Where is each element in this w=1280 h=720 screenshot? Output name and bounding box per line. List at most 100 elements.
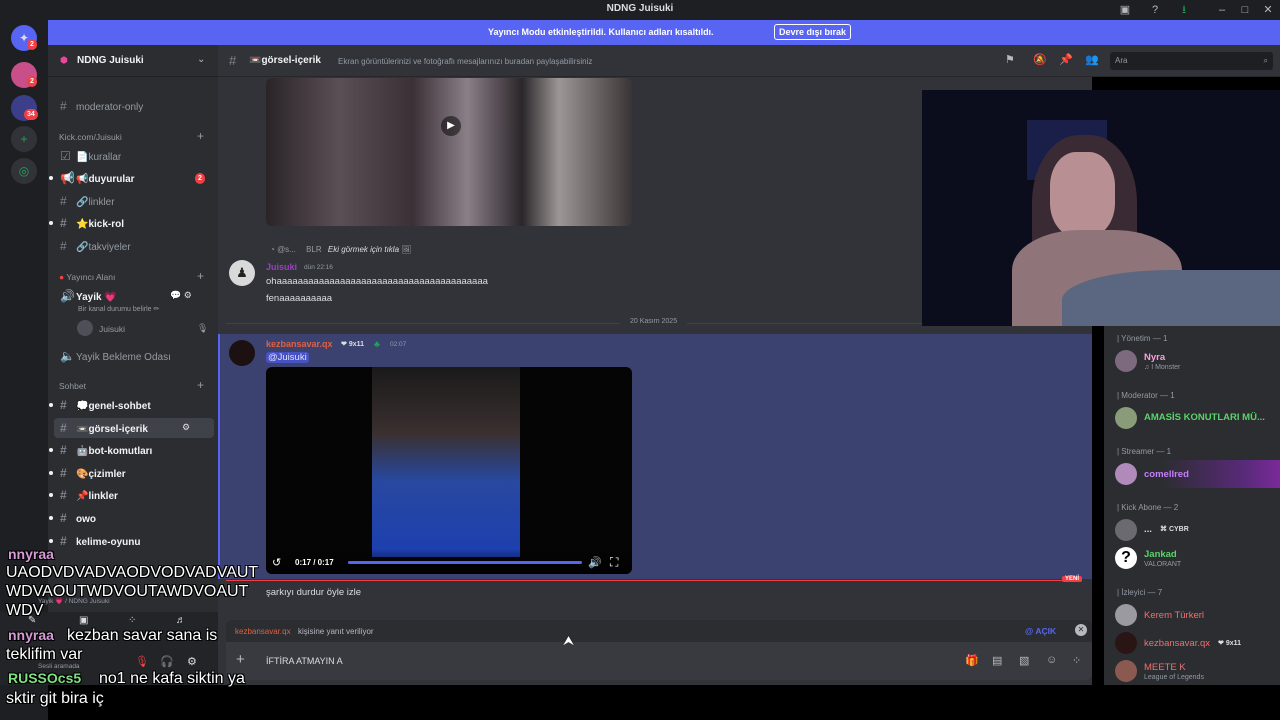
message-text: fenaaaaaaaaaa: [266, 293, 333, 304]
reply-preview[interactable]: ◔ @s... BLR Eki görmek için tıkla 🖼: [270, 245, 411, 254]
image-attachment[interactable]: ▶: [266, 78, 632, 226]
voice-status[interactable]: Bir kanal durumu belirle ✏: [78, 305, 159, 313]
help-icon[interactable]: ?: [1147, 2, 1163, 18]
avatar[interactable]: [229, 340, 255, 366]
hash-icon: #: [60, 239, 67, 253]
mention-bar: [218, 334, 220, 579]
download-icon[interactable]: ⭳: [1176, 2, 1192, 18]
gift-icon[interactable]: 🎁: [965, 654, 979, 667]
gif-icon[interactable]: ▤: [992, 654, 1002, 667]
screen-share-icon[interactable]: ▣: [79, 615, 88, 626]
user-mention[interactable]: @Juisuki: [266, 352, 309, 363]
minimize-icon[interactable]: –: [1214, 2, 1230, 18]
apps-icon[interactable]: ⁘: [1072, 654, 1081, 667]
member-name[interactable]: Nyra: [1144, 352, 1165, 363]
member-name[interactable]: kezbansavar.qx: [1144, 638, 1210, 649]
add-server-icon[interactable]: +: [11, 126, 37, 152]
channel-genel-sohbet[interactable]: # 💭genel-sohbet: [60, 395, 210, 415]
notification-mute-icon[interactable]: 🔕: [1033, 53, 1047, 66]
channel-kick-rol[interactable]: # ⭐kick-rol: [60, 213, 210, 233]
add-channel-icon[interactable]: +: [197, 378, 204, 392]
member-name[interactable]: Kerem Türkerl: [1144, 610, 1204, 621]
member-list-icon[interactable]: 👥: [1085, 53, 1099, 66]
avatar[interactable]: [1115, 604, 1137, 626]
replay-icon[interactable]: ↺: [272, 556, 281, 569]
channel-owo[interactable]: # owo: [60, 508, 210, 528]
channel-label: ⭐kick-rol: [76, 219, 125, 230]
voice-settings-icon[interactable]: 💬 ⚙: [170, 290, 192, 301]
activities-icon[interactable]: ⁘: [128, 615, 136, 626]
member-category: | Kick Abone — 2: [1117, 503, 1179, 512]
add-channel-icon[interactable]: +: [197, 269, 204, 283]
channel-cizimler[interactable]: # 🎨çizimler: [60, 463, 210, 483]
mic-muted-icon[interactable]: 🎙: [135, 655, 149, 668]
member-category: | Yönetim — 1: [1117, 334, 1168, 343]
channel-takviyeler[interactable]: # 🔗takviyeler: [60, 236, 210, 256]
member-name[interactable]: comellred: [1144, 469, 1189, 480]
unread-dot: [49, 403, 53, 407]
channel-linkler[interactable]: # 🔗linkler: [60, 191, 210, 211]
avatar[interactable]: [1115, 463, 1137, 485]
maximize-icon[interactable]: □: [1237, 2, 1253, 18]
channel-linkler-2[interactable]: # 📌linkler: [60, 485, 210, 505]
member-name[interactable]: Jankad: [1144, 549, 1177, 560]
explore-icon[interactable]: ◎: [11, 158, 37, 184]
avatar[interactable]: [1115, 632, 1137, 654]
message-composer[interactable]: + İFTİRA ATMAYIN A 🎁 ▤ ▧ ☺ ⁘: [226, 642, 1092, 680]
emoji-icon[interactable]: ☺: [1046, 654, 1057, 666]
message-timestamp: 02:07: [390, 341, 407, 348]
message-author[interactable]: Juisuki: [266, 262, 297, 272]
member-name[interactable]: MEETE K: [1144, 662, 1186, 673]
video-progress[interactable]: [348, 561, 582, 564]
channel-topic[interactable]: Ekran görüntülerinizi ve fotoğraflı mesa…: [338, 57, 592, 66]
disable-streamer-mode-button[interactable]: Devre dışı bırak: [774, 24, 851, 40]
search-input[interactable]: Ara ⌕: [1110, 52, 1273, 70]
avatar[interactable]: ?: [1115, 547, 1137, 569]
video-attachment[interactable]: ↺ 0:17 / 0:17 🔊 ⛶: [266, 367, 632, 574]
overlay-message: teklifim var: [6, 646, 83, 663]
add-channel-icon[interactable]: +: [197, 129, 204, 143]
gear-icon[interactable]: ⚙: [187, 655, 197, 668]
threads-icon[interactable]: ⚑: [1005, 53, 1015, 66]
channel-duyurular[interactable]: 📢📢duyurular: [60, 168, 210, 188]
voice-user[interactable]: Juisuki: [99, 324, 125, 334]
close-window-icon[interactable]: ✕: [1260, 2, 1276, 18]
avatar[interactable]: [1115, 519, 1137, 541]
category-yayinci[interactable]: ● Yayıncı Alanı: [59, 272, 115, 282]
sticker-icon[interactable]: ▧: [1019, 654, 1029, 667]
channel-moderator-only[interactable]: # moderator-only: [60, 96, 210, 116]
soundboard-icon[interactable]: ♬: [176, 615, 186, 626]
category-sohbet[interactable]: Sohbet: [59, 381, 86, 391]
attach-plus-icon[interactable]: +: [236, 651, 245, 668]
channel-label: 📼görsel-içerik: [76, 424, 148, 435]
overlay-message: kezban savar sana is: [67, 627, 218, 644]
fullscreen-icon[interactable]: ⛶: [610, 555, 618, 570]
member-category: | Streamer — 1: [1117, 447, 1172, 456]
video-frame: [372, 367, 520, 557]
avatar[interactable]: ♟: [229, 260, 255, 286]
avatar[interactable]: [1115, 350, 1137, 372]
server-header[interactable]: ⬢ NDNG Juisuki ⌄: [48, 45, 218, 77]
mention-toggle[interactable]: @ AÇIK: [1025, 626, 1056, 636]
inbox-icon[interactable]: ▣: [1117, 2, 1133, 18]
play-icon[interactable]: ▶: [441, 116, 461, 136]
avatar[interactable]: [1115, 407, 1137, 429]
pin-icon[interactable]: 📌: [1059, 53, 1073, 66]
message-input[interactable]: İFTİRA ATMAYIN A: [266, 656, 343, 666]
volume-icon[interactable]: 🔊: [588, 556, 602, 569]
category-kick[interactable]: Kick.com/Juisuki: [59, 132, 122, 142]
avatar[interactable]: [1115, 660, 1137, 682]
reply-label: kişisine yanıt veriliyor: [298, 627, 374, 636]
member-name[interactable]: ...: [1144, 524, 1152, 535]
headphones-icon[interactable]: 🎧: [160, 655, 174, 668]
channel-label: 🤖bot-komutları: [76, 446, 153, 457]
member-name[interactable]: AMASİS KONUTLARI MÜ...: [1144, 412, 1265, 423]
guild-tag-text: 9x11: [348, 341, 364, 348]
channel-settings-icon[interactable]: ⚙: [182, 422, 190, 433]
cancel-reply-icon[interactable]: ✕: [1075, 624, 1087, 636]
message-author[interactable]: kezbansavar.qx: [266, 339, 333, 349]
channel-kurallar[interactable]: ☑ 📄kurallar: [60, 146, 210, 166]
channel-bot-komutlari[interactable]: # 🤖bot-komutları: [60, 440, 210, 460]
channel-kelime-oyunu[interactable]: # kelime-oyunu: [60, 531, 210, 551]
voice-channel-waiting[interactable]: 🔈Yayik Bekleme Odası: [60, 346, 210, 366]
